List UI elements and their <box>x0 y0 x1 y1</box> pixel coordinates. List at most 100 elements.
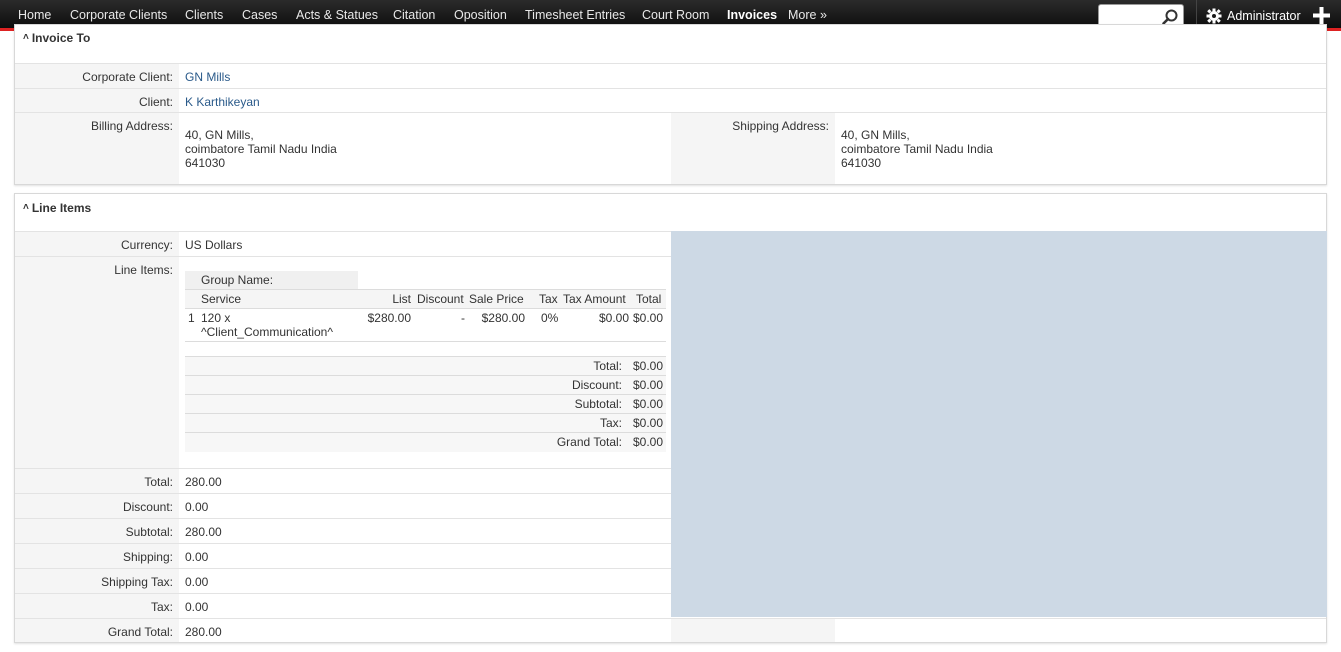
summary-total-value: $0.00 <box>632 359 663 373</box>
divider <box>185 375 666 376</box>
tax-row: Tax: 0.00 <box>15 593 671 618</box>
tax-label: Tax: <box>15 594 179 618</box>
col-list: List <box>392 292 411 306</box>
summary-discount-label: Discount: <box>571 378 622 392</box>
col-total: Total <box>636 292 662 306</box>
line-items-header[interactable]: ˄ Line Items <box>23 201 91 215</box>
discount-label: Discount: <box>15 494 179 518</box>
nav-invoices[interactable]: Invoices <box>727 8 777 22</box>
invoice-to-title: Invoice To <box>31 31 91 45</box>
billing-address-label: Billing Address: <box>15 113 179 184</box>
corporate-client-link[interactable]: GN Mills <box>185 64 230 84</box>
nav-court-room[interactable]: Court Room <box>642 8 709 22</box>
nav-clients[interactable]: Clients <box>185 8 223 22</box>
collapse-icon: ˄ <box>23 32 29 43</box>
group-name-label: Group Name: <box>201 273 274 287</box>
summary-discount-value: $0.00 <box>632 378 663 392</box>
nav-oposition[interactable]: Oposition <box>454 8 507 22</box>
nav-citation[interactable]: Citation <box>393 8 435 22</box>
search-input[interactable] <box>1103 6 1163 26</box>
summary-total-label: Total: <box>593 359 622 373</box>
plus-icon[interactable] <box>1313 7 1330 24</box>
currency-row: Currency: US Dollars <box>15 231 671 256</box>
gear-icon <box>1206 8 1222 24</box>
user-name: Administrator <box>1227 9 1301 23</box>
total-value: 280.00 <box>185 475 222 489</box>
line-item-list: $280.00 <box>367 311 411 325</box>
billing-address: 40, GN Mills, coimbatore Tamil Nadu Indi… <box>185 113 337 170</box>
client-link[interactable]: K Karthikeyan <box>185 89 260 109</box>
col-sale-price: Sale Price <box>469 292 524 306</box>
collapse-icon: ˄ <box>23 202 29 213</box>
discount-value: 0.00 <box>185 500 209 514</box>
line-item-service-name: ^Client_Communication^ <box>201 325 333 339</box>
shipping-tax-value: 0.00 <box>185 575 209 589</box>
user-menu[interactable]: Administrator <box>1206 6 1301 26</box>
shipping-value: 0.00 <box>185 550 209 564</box>
divider <box>185 356 666 357</box>
total-row: Total: 280.00 <box>15 468 671 493</box>
divider <box>185 394 666 395</box>
summary-tax-label: Tax: <box>599 416 622 430</box>
shipping-tax-row: Shipping Tax: 0.00 <box>15 568 671 593</box>
nav-acts-statues[interactable]: Acts & Statues <box>296 8 378 22</box>
subtotal-row: Subtotal: 280.00 <box>15 518 671 543</box>
line-item-tax: 0% <box>541 311 559 325</box>
shipping-row: Shipping: 0.00 <box>15 543 671 568</box>
nav-home[interactable]: Home <box>18 8 51 22</box>
summary-tax-value: $0.00 <box>632 416 663 430</box>
shipping-line-1: 40, GN Mills, <box>841 128 910 142</box>
nav-cases[interactable]: Cases <box>242 8 277 22</box>
col-service: Service <box>201 292 242 306</box>
nav-timesheet-entries[interactable]: Timesheet Entries <box>525 8 625 22</box>
nav-more[interactable]: More » <box>788 8 827 22</box>
summary-grand-total-label: Grand Total: <box>556 435 622 449</box>
line-items-label: Line Items: <box>15 257 179 468</box>
blank-placeholder-area <box>671 231 1327 617</box>
line-items-title: Line Items <box>31 201 92 215</box>
grand-total-row: Grand Total: 280.00 <box>15 618 1326 642</box>
address-row: Billing Address: 40, GN Mills, coimbator… <box>15 112 1326 184</box>
nav-corporate-clients[interactable]: Corporate Clients <box>70 8 167 22</box>
corporate-client-row: Corporate Client: GN Mills <box>15 63 1326 88</box>
corporate-client-label: Corporate Client: <box>15 64 179 88</box>
col-tax-amount: Tax Amount <box>563 292 626 306</box>
billing-line-2: coimbatore Tamil Nadu India <box>185 142 337 156</box>
line-items-panel: ˄ Line Items Currency: US Dollars Line I… <box>14 193 1327 643</box>
grand-total-value: 280.00 <box>185 625 222 639</box>
shipping-line-2: coimbatore Tamil Nadu India <box>841 142 993 156</box>
line-item-service-qty: 120 x <box>201 311 231 325</box>
summary-grand-total-value: $0.00 <box>632 435 663 449</box>
col-discount: Discount <box>417 292 464 306</box>
billing-line-1: 40, GN Mills, <box>185 128 254 142</box>
divider <box>185 432 666 433</box>
subtotal-value: 280.00 <box>185 525 222 539</box>
summary-subtotal-label: Subtotal: <box>574 397 622 411</box>
currency-value: US Dollars <box>185 238 243 252</box>
line-item-total: $0.00 <box>632 311 663 325</box>
line-item-tax-amount: $0.00 <box>598 311 629 325</box>
client-row: Client: K Karthikeyan <box>15 88 1326 113</box>
invoice-to-header[interactable]: ˄ Invoice To <box>23 31 90 45</box>
col-tax: Tax <box>539 292 558 306</box>
total-label: Total: <box>15 469 179 493</box>
line-item-sale-price: $280.00 <box>481 311 525 325</box>
divider <box>185 341 666 342</box>
shipping-line-3: 641030 <box>841 156 882 170</box>
shipping-address: 40, GN Mills, coimbatore Tamil Nadu Indi… <box>841 113 993 170</box>
divider <box>185 413 666 414</box>
divider <box>185 308 666 309</box>
invoice-to-panel: ˄ Invoice To Corporate Client: GN Mills … <box>14 24 1327 185</box>
empty-label-cell <box>671 619 835 642</box>
line-item-discount: - <box>461 311 465 325</box>
subtotal-label: Subtotal: <box>15 519 179 543</box>
line-item-number: 1 <box>188 311 195 325</box>
client-label: Client: <box>15 89 179 113</box>
shipping-label: Shipping: <box>15 544 179 568</box>
currency-label: Currency: <box>15 232 179 256</box>
discount-row: Discount: 0.00 <box>15 493 671 518</box>
shipping-tax-label: Shipping Tax: <box>15 569 179 593</box>
summary-subtotal-value: $0.00 <box>632 397 663 411</box>
grand-total-label: Grand Total: <box>15 619 179 642</box>
tax-value: 0.00 <box>185 600 209 614</box>
